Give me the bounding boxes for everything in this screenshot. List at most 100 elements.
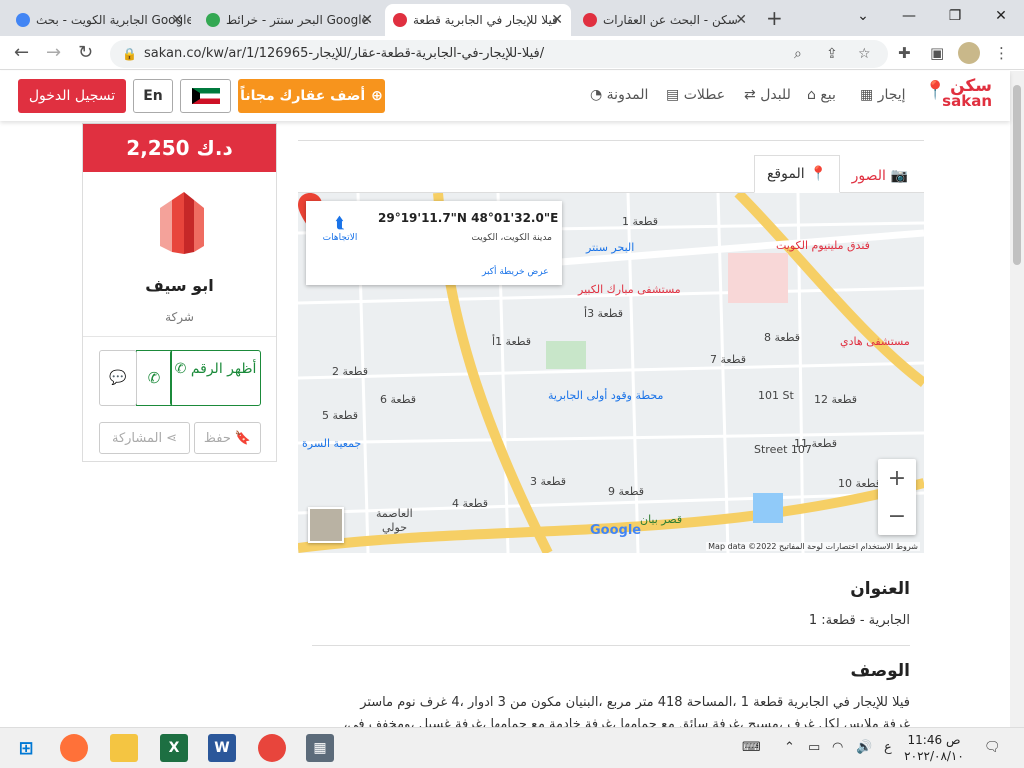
- map-label: قطعة 12: [814, 393, 857, 406]
- keyboard-icon[interactable]: ⌨: [742, 740, 761, 755]
- notifications-icon[interactable]: 🗨: [984, 740, 1001, 755]
- close-icon[interactable]: ✕: [171, 12, 183, 28]
- language-button[interactable]: En: [133, 79, 173, 113]
- wifi-icon[interactable]: ◠: [832, 740, 843, 755]
- maps-icon: [206, 13, 220, 27]
- windows-taskbar: ⊞ X W ▦ ⌨ ⌃ ▭ ◠ 🔊 ع 11:46 ص ٢٠٢٢/٠٨/١٠ 🗨: [0, 727, 1024, 768]
- save-button[interactable]: حفظ 🔖: [194, 422, 261, 454]
- calculator-icon[interactable]: ▦: [306, 734, 334, 762]
- building-icon: ▦: [860, 87, 874, 103]
- firefox-icon[interactable]: [60, 734, 88, 762]
- share-nodes-icon: ⋖: [166, 430, 177, 446]
- nav-holidays[interactable]: ▤ عطلات: [666, 87, 725, 103]
- tab-location[interactable]: الموقع 📍: [754, 155, 840, 193]
- map-label[interactable]: محطة وقود أولى الجابرية: [548, 389, 663, 402]
- word-icon[interactable]: W: [208, 734, 236, 762]
- nav-sale[interactable]: ⌂ بيع: [807, 87, 836, 103]
- minimize-icon[interactable]: —: [886, 0, 932, 32]
- tab-title: البحر سنتر - خرائط Google: [226, 13, 369, 27]
- chat-icon: 💬: [109, 370, 127, 386]
- whatsapp-button[interactable]: ✆: [136, 350, 172, 406]
- file-explorer-icon[interactable]: [110, 734, 138, 762]
- view-larger-map-link[interactable]: عرض خريطة أكبر: [482, 267, 549, 277]
- volume-icon[interactable]: 🔊: [856, 740, 872, 755]
- plus-circle-icon: ⊕: [371, 88, 383, 104]
- chat-button[interactable]: 💬: [99, 350, 137, 406]
- map-label: قطعة 6: [380, 393, 416, 406]
- map-label[interactable]: جمعية السرة: [302, 437, 361, 450]
- map-info-card: 29°19'11.7"N 48°01'32.0"E مدينة الكويت، …: [306, 201, 562, 285]
- tab-photos-label: الصور: [851, 168, 886, 184]
- excel-icon[interactable]: X: [160, 734, 188, 762]
- new-tab-button[interactable]: +: [766, 6, 783, 30]
- directions-button[interactable]: ⮬ الاتجاهات: [318, 213, 362, 243]
- description-line: فيلا للإيجار في الجابرية قطعة 1 ،المساحة…: [360, 695, 910, 710]
- browser-tab-4[interactable]: سكن - البحث عن العقارات ✕: [575, 4, 755, 36]
- map-coordinates: 29°19'11.7"N 48°01'32.0"E: [378, 211, 559, 225]
- show-number-button[interactable]: ✆ أظهر الرقم: [170, 350, 261, 406]
- sidepanel-icon[interactable]: ▣: [930, 44, 944, 62]
- map-label[interactable]: البحر سنتر: [586, 241, 634, 254]
- page-scrollbar[interactable]: [1010, 71, 1024, 727]
- satellite-toggle[interactable]: [308, 507, 344, 543]
- share-icon[interactable]: ⇪: [826, 40, 838, 68]
- nav-blog[interactable]: ◔ المدونة: [590, 87, 648, 103]
- zoom-search-icon[interactable]: ⌕: [794, 40, 802, 68]
- extensions-icon[interactable]: ✚: [898, 44, 911, 62]
- chrome-icon[interactable]: [258, 734, 286, 762]
- forward-icon[interactable]: →: [46, 42, 61, 63]
- browser-tab-2[interactable]: البحر سنتر - خرائط Google ✕: [198, 4, 381, 36]
- back-icon[interactable]: ←: [14, 42, 29, 63]
- map-label[interactable]: قصر بيان: [640, 513, 682, 526]
- menu-kebab-icon[interactable]: ⋮: [994, 44, 1009, 62]
- network-icon[interactable]: ▭: [808, 740, 820, 755]
- whatsapp-icon: ✆: [147, 369, 161, 387]
- embedded-map[interactable]: قطعة 1 البحر سنتر فندق ملينيوم الكويت مس…: [298, 193, 924, 553]
- scrollbar-thumb[interactable]: [1013, 85, 1021, 265]
- clock-time: 11:46 ص: [907, 733, 961, 747]
- map-label[interactable]: فندق ملينيوم الكويت: [776, 239, 870, 252]
- zoom-out-button[interactable]: −: [878, 497, 916, 535]
- map-label: قطعة 5: [322, 409, 358, 422]
- tab-search-icon[interactable]: ⌄: [840, 0, 886, 32]
- nav-rent[interactable]: ▦ إيجار: [860, 87, 906, 103]
- windows-start-icon[interactable]: ⊞: [12, 734, 40, 762]
- close-icon[interactable]: ✕: [361, 12, 373, 28]
- tab-photos[interactable]: الصور 📷: [840, 159, 920, 193]
- map-label[interactable]: مستشفى هادي: [840, 335, 910, 348]
- close-icon[interactable]: ✕: [735, 12, 747, 28]
- map-label: قطعة 9: [608, 485, 644, 498]
- directions-icon: ⮬: [335, 213, 345, 232]
- input-language[interactable]: ع: [884, 740, 892, 755]
- add-property-button[interactable]: أضف عقارك مجاناً ⊕: [238, 79, 385, 113]
- map-label: قطعة 1: [622, 215, 658, 228]
- map-label[interactable]: مستشفى مبارك الكبير: [578, 283, 681, 296]
- url-field[interactable]: 🔒 sakan.co/kw/ar/1/126965-فيلا-للإيجار-ف…: [110, 40, 888, 68]
- nav-label: المدونة: [606, 87, 649, 103]
- page-content: 2,250 د.ك ابو سيف شركة ✆ أظهر الرقم ✆ 💬 …: [0, 121, 1010, 727]
- zoom-in-button[interactable]: +: [878, 459, 916, 497]
- nav-label: إيجار: [877, 87, 906, 103]
- agent-name[interactable]: ابو سيف: [83, 276, 276, 295]
- window-close-icon[interactable]: ✕: [978, 0, 1024, 32]
- browser-tab-3[interactable]: فيلا للإيجار في الجابرية قطعة ✕: [385, 4, 571, 36]
- map-attribution[interactable]: Map data ©2022 شروط الاستخدام اختصارات ل…: [706, 542, 920, 551]
- divider: [83, 336, 276, 337]
- sakan-logo[interactable]: 📍 سكن sakan: [924, 78, 992, 109]
- bookmark-star-icon[interactable]: ☆: [858, 40, 871, 68]
- nav-exchange[interactable]: ⇄ للبدل: [744, 87, 791, 103]
- map-label: قطعة 10: [838, 477, 881, 490]
- listing-details: العنوان الجابرية - قطعة: 1 الوصف فيلا لل…: [298, 553, 924, 727]
- map-label: حولي: [382, 521, 408, 534]
- profile-avatar[interactable]: [958, 42, 980, 64]
- system-clock[interactable]: 11:46 ص ٢٠٢٢/٠٨/١٠: [898, 732, 970, 764]
- reload-icon[interactable]: ↻: [78, 42, 93, 63]
- login-button[interactable]: تسجيل الدخول: [18, 79, 126, 113]
- tray-expand-icon[interactable]: ⌃: [784, 740, 795, 755]
- browser-tab-1[interactable]: الجابرية الكويت - بحث Google ✕: [8, 4, 191, 36]
- close-icon[interactable]: ✕: [551, 12, 563, 28]
- restore-icon[interactable]: ❐: [932, 0, 978, 32]
- map-label: العاصمة: [376, 507, 413, 520]
- share-button[interactable]: المشاركة ⋖: [99, 422, 190, 454]
- country-flag-button[interactable]: [180, 79, 231, 113]
